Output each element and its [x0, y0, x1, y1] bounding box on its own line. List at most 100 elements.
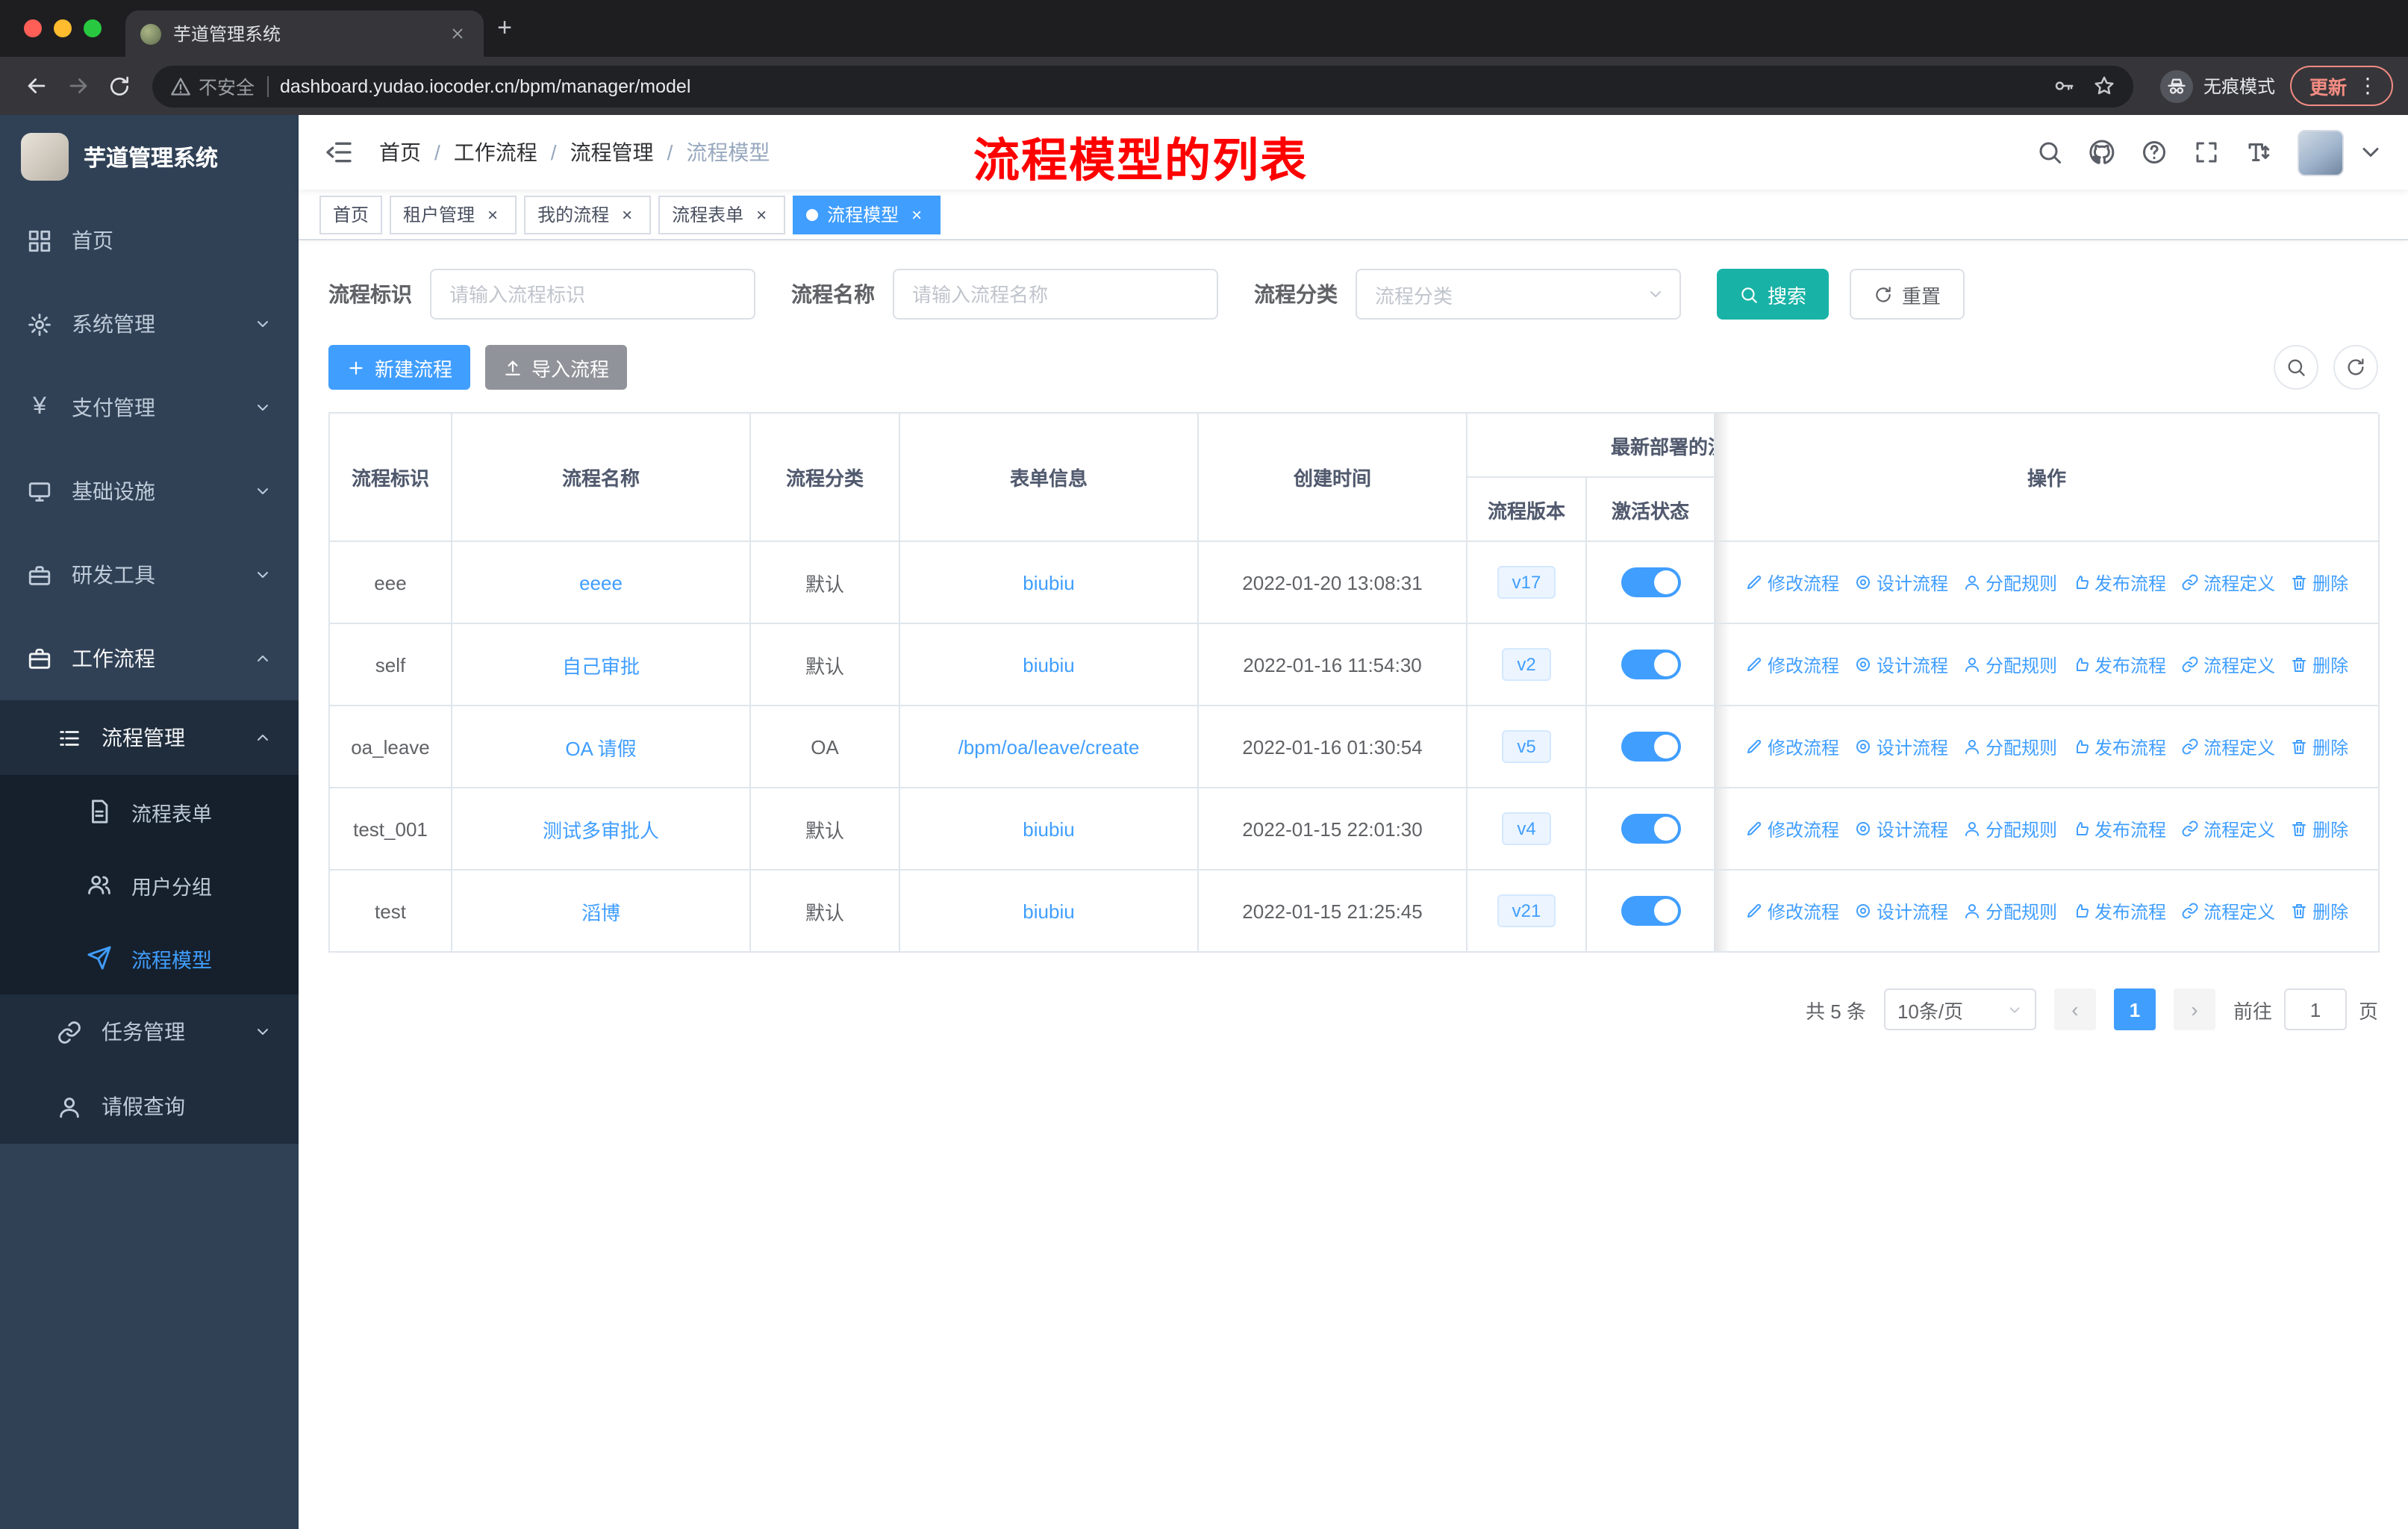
- key-icon[interactable]: [2053, 75, 2075, 97]
- prev-page-button[interactable]: ‹: [2053, 988, 2096, 1030]
- publish-process-link[interactable]: 发布流程: [2072, 816, 2166, 841]
- process-definition-link[interactable]: 流程定义: [2181, 816, 2275, 841]
- close-icon[interactable]: ×: [482, 204, 503, 225]
- close-window-button[interactable]: [24, 19, 42, 37]
- status-toggle[interactable]: [1621, 896, 1680, 926]
- breadcrumb-item[interactable]: 工作流程: [454, 137, 537, 167]
- sidebar-item-process-management[interactable]: 流程管理: [0, 700, 299, 775]
- sidebar-item-leave-query[interactable]: 请假查询: [0, 1069, 299, 1144]
- publish-process-link[interactable]: 发布流程: [2072, 734, 2166, 759]
- refresh-table-button[interactable]: [2333, 345, 2378, 390]
- sidebar-item-payment[interactable]: ¥ 支付管理: [0, 366, 299, 449]
- current-page-button[interactable]: 1: [2113, 988, 2156, 1030]
- sidebar-item-home[interactable]: 首页: [0, 199, 299, 282]
- search-icon[interactable]: [2036, 139, 2063, 166]
- close-icon[interactable]: ×: [751, 204, 772, 225]
- font-size-icon[interactable]: [2245, 139, 2272, 166]
- assign-rule-link[interactable]: 分配规则: [1963, 652, 2057, 677]
- modify-process-link[interactable]: 修改流程: [1745, 898, 1839, 924]
- design-process-link[interactable]: 设计流程: [1854, 734, 1948, 759]
- reload-button[interactable]: [99, 65, 140, 107]
- next-page-button[interactable]: ›: [2173, 988, 2215, 1030]
- assign-rule-link[interactable]: 分配规则: [1963, 816, 2057, 841]
- design-process-link[interactable]: 设计流程: [1854, 652, 1948, 677]
- status-toggle[interactable]: [1621, 814, 1680, 844]
- assign-rule-link[interactable]: 分配规则: [1963, 898, 2057, 924]
- modify-process-link[interactable]: 修改流程: [1745, 816, 1839, 841]
- sidebar-item-user-group[interactable]: 用户分组: [0, 848, 299, 921]
- address-bar[interactable]: 不安全 dashboard.yudao.iocoder.cn/bpm/manag…: [152, 65, 2133, 107]
- form-info-link[interactable]: biubiu: [1023, 818, 1074, 840]
- maximize-window-button[interactable]: [84, 19, 102, 37]
- hamburger-icon[interactable]: [322, 136, 355, 169]
- process-definition-link[interactable]: 流程定义: [2181, 898, 2275, 924]
- delete-link[interactable]: 删除: [2290, 652, 2348, 677]
- sidebar-item-process-form[interactable]: 流程表单: [0, 775, 299, 848]
- process-name-input[interactable]: [893, 269, 1218, 320]
- design-process-link[interactable]: 设计流程: [1854, 898, 1948, 924]
- search-button[interactable]: 搜索: [1717, 269, 1830, 320]
- update-button[interactable]: 更新 ⋮: [2289, 66, 2393, 106]
- process-name-link[interactable]: 测试多审批人: [543, 819, 659, 841]
- back-button[interactable]: [15, 65, 57, 107]
- sidebar-item-task-management[interactable]: 任务管理: [0, 994, 299, 1069]
- process-definition-link[interactable]: 流程定义: [2181, 734, 2275, 759]
- close-icon[interactable]: ×: [906, 204, 927, 225]
- toggle-search-button[interactable]: [2274, 345, 2318, 390]
- process-definition-link[interactable]: 流程定义: [2181, 570, 2275, 595]
- publish-process-link[interactable]: 发布流程: [2072, 652, 2166, 677]
- process-name-link[interactable]: 自己审批: [562, 655, 640, 677]
- close-icon[interactable]: ×: [617, 204, 637, 225]
- breadcrumb-item[interactable]: 流程管理: [570, 137, 654, 167]
- form-info-link[interactable]: biubiu: [1023, 900, 1074, 922]
- user-avatar[interactable]: [2298, 129, 2344, 175]
- sidebar-item-infrastructure[interactable]: 基础设施: [0, 449, 299, 533]
- publish-process-link[interactable]: 发布流程: [2072, 898, 2166, 924]
- process-definition-link[interactable]: 流程定义: [2181, 652, 2275, 677]
- modify-process-link[interactable]: 修改流程: [1745, 652, 1839, 677]
- status-toggle[interactable]: [1621, 567, 1680, 597]
- github-icon[interactable]: [2089, 139, 2115, 166]
- process-name-link[interactable]: OA 请假: [565, 737, 636, 759]
- page-size-select[interactable]: 10条/页: [1883, 988, 2036, 1030]
- form-info-link[interactable]: biubiu: [1023, 653, 1074, 676]
- delete-link[interactable]: 删除: [2290, 898, 2348, 924]
- delete-link[interactable]: 删除: [2290, 570, 2348, 595]
- status-toggle[interactable]: [1621, 650, 1680, 679]
- tag-my-process[interactable]: 我的流程 ×: [524, 195, 652, 234]
- design-process-link[interactable]: 设计流程: [1854, 570, 1948, 595]
- assign-rule-link[interactable]: 分配规则: [1963, 734, 2057, 759]
- design-process-link[interactable]: 设计流程: [1854, 816, 1948, 841]
- delete-link[interactable]: 删除: [2290, 734, 2348, 759]
- process-name-link[interactable]: eeee: [579, 571, 623, 594]
- star-bookmark-icon[interactable]: [2093, 75, 2115, 97]
- browser-tab[interactable]: 芋道管理系统: [125, 10, 484, 57]
- form-info-link[interactable]: /bpm/oa/leave/create: [958, 735, 1140, 758]
- assign-rule-link[interactable]: 分配规则: [1963, 570, 2057, 595]
- sidebar-item-process-model[interactable]: 流程模型: [0, 921, 299, 994]
- goto-page-input[interactable]: [2283, 988, 2347, 1030]
- browser-menu-icon[interactable]: ⋮: [2357, 73, 2378, 99]
- process-category-select[interactable]: 流程分类: [1356, 269, 1681, 320]
- status-toggle[interactable]: [1621, 732, 1680, 762]
- tab-close-icon[interactable]: [445, 22, 469, 46]
- modify-process-link[interactable]: 修改流程: [1745, 570, 1839, 595]
- modify-process-link[interactable]: 修改流程: [1745, 734, 1839, 759]
- sidebar-item-workflow[interactable]: 工作流程: [0, 617, 299, 700]
- process-id-input[interactable]: [430, 269, 755, 320]
- breadcrumb-item[interactable]: 首页: [379, 137, 421, 167]
- form-info-link[interactable]: biubiu: [1023, 571, 1074, 594]
- tag-home[interactable]: 首页: [319, 195, 383, 234]
- url-text[interactable]: dashboard.yudao.iocoder.cn/bpm/manager/m…: [280, 75, 2041, 96]
- fullscreen-icon[interactable]: [2193, 139, 2220, 166]
- new-tab-button[interactable]: +: [484, 7, 525, 49]
- security-indicator[interactable]: 不安全: [170, 72, 255, 100]
- create-process-button[interactable]: 新建流程: [328, 345, 471, 390]
- tag-process-model[interactable]: 流程模型 ×: [793, 195, 941, 234]
- process-name-link[interactable]: 滔博: [581, 901, 620, 924]
- question-icon[interactable]: [2141, 139, 2168, 166]
- tag-tenant[interactable]: 租户管理 ×: [390, 195, 517, 234]
- sidebar-item-system[interactable]: 系统管理: [0, 282, 299, 366]
- forward-button[interactable]: [57, 65, 99, 107]
- import-process-button[interactable]: 导入流程: [485, 345, 628, 390]
